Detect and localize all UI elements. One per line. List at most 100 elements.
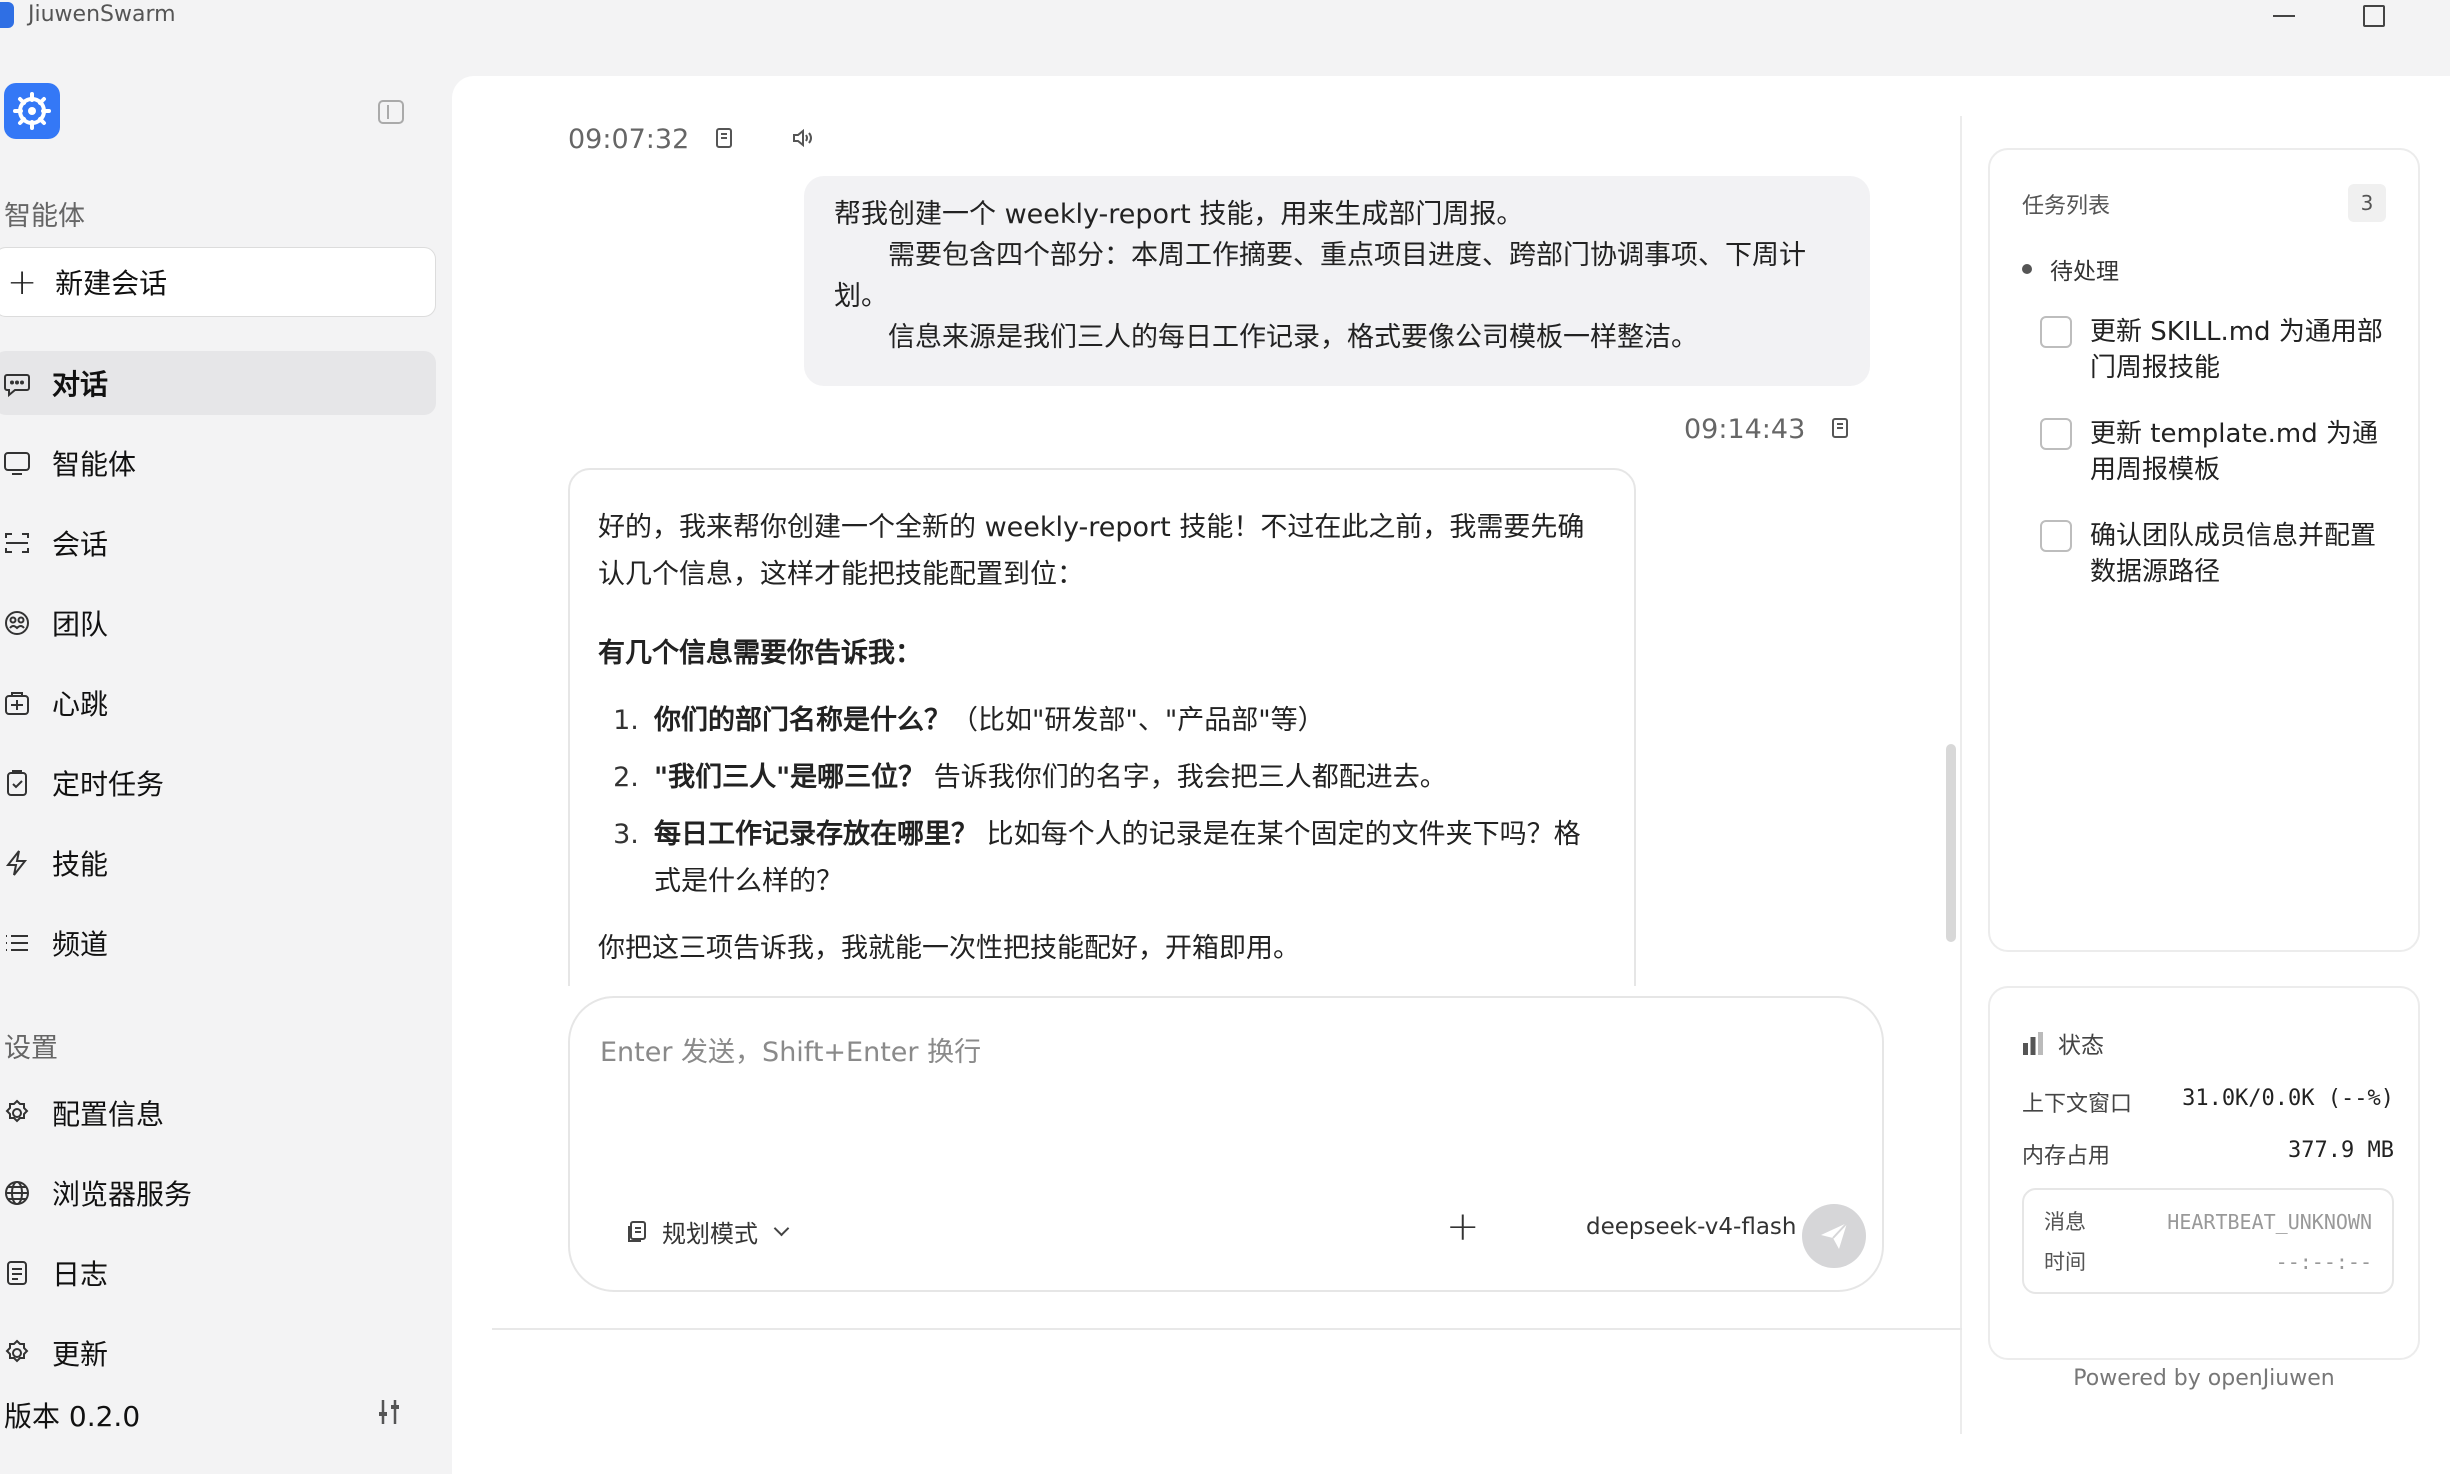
send-button[interactable] <box>1802 1204 1866 1268</box>
speaker-icon[interactable] <box>790 126 816 152</box>
status-panel: 状态 上下文窗口 31.0K/0.0K (--%) 内存占用 377.9 MB … <box>1988 986 2420 1360</box>
session-icon <box>2 528 32 558</box>
message-input[interactable] <box>600 1022 1850 1082</box>
app-logo <box>4 83 60 139</box>
sidebar-item-label: 浏览器服务 <box>52 1178 193 1211</box>
user-message-bubble: 帮我创建一个 weekly-report 技能，用来生成部门周报。 需要包含四个… <box>804 176 1870 386</box>
sidebar: 智能体 + 新建会话 对话 智能体 会话 团队 心跳 定时任务 技能 频道 设置… <box>0 36 452 1474</box>
task-label: 更新 SKILL.md 为通用部门周报技能 <box>2090 317 2383 383</box>
sidebar-item-label: 定时任务 <box>52 768 165 801</box>
context-window-value: 31.0K/0.0K (--%) <box>2182 1086 2394 1111</box>
heartbeat-box: 消息 HEARTBEAT_UNKNOWN 时间 --:--:-- <box>2022 1188 2394 1294</box>
chat-scroll-area[interactable]: 09:07:32 帮我创建一个 weekly-report 技能，用来生成部门周… <box>452 76 1960 986</box>
sidebar-item-config[interactable]: 配置信息 <box>0 1081 436 1145</box>
task-count-badge: 3 <box>2348 184 2386 222</box>
gear-icon <box>2 1338 32 1368</box>
context-window-label: 上下文窗口 <box>2022 1092 2133 1117</box>
maximize-button[interactable] <box>2344 0 2404 32</box>
task-checkbox[interactable] <box>2040 418 2072 450</box>
new-chat-label: 新建会话 <box>55 267 168 300</box>
sidebar-item-label: 更新 <box>52 1338 109 1371</box>
app-icon <box>0 2 14 28</box>
add-attachment-button[interactable]: + <box>1446 1204 1480 1250</box>
sidebar-item-heartbeat[interactable]: 心跳 <box>0 671 436 735</box>
sidebar-item-label: 日志 <box>52 1258 109 1291</box>
window-title: JiuwenSwarm <box>28 2 176 27</box>
main-panel: 09:07:32 帮我创建一个 weekly-report 技能，用来生成部门周… <box>452 76 2450 1474</box>
context-window-row: 上下文窗口 31.0K/0.0K (--%) <box>2022 1086 2394 1118</box>
settings-section-title: 设置 <box>4 1033 58 1064</box>
list-item: 3. 每日工作记录存放在哪里？ 比如每个人的记录是在某个固定的文件夹下吗？格式是… <box>598 811 1606 905</box>
version-label: 版本 0.2.0 <box>4 1400 141 1433</box>
heartbeat-message-row: 消息 HEARTBEAT_UNKNOWN <box>2044 1202 2372 1242</box>
sidebar-item-label: 心跳 <box>52 688 109 721</box>
ai-message-closing: 你把这三项告诉我，我就能一次性把技能配好，开箱即用。 <box>598 933 1300 964</box>
model-label: deepseek-v4-flash <box>1586 1214 1797 1240</box>
sidebar-item-chat[interactable]: 对话 <box>0 351 436 415</box>
ai-message-intro: 好的，我来帮你创建一个全新的 weekly-report 技能！不过在此之前，我… <box>598 512 1585 590</box>
new-chat-button[interactable]: + 新建会话 <box>0 247 436 317</box>
minimize-button[interactable] <box>2254 0 2314 32</box>
question-text: "我们三人"是哪三位？ <box>654 762 926 793</box>
sidebar-item-channels[interactable]: 频道 <box>0 911 436 975</box>
plus-icon: + <box>7 261 38 303</box>
document-stack-icon <box>628 1220 646 1242</box>
globe-icon <box>2 1178 32 1208</box>
model-selector[interactable]: deepseek-v4-flash <box>1586 1214 1828 1240</box>
chevron-down-icon <box>773 1220 790 1237</box>
task-list-title: 任务列表 <box>2022 194 2111 219</box>
ai-message-timestamp: 09:14:43 <box>1684 414 1806 445</box>
bottom-divider <box>492 1328 1962 1330</box>
monitor-icon <box>2 448 32 478</box>
collapse-sidebar-button[interactable] <box>378 100 404 124</box>
question-list: 1. 你们的部门名称是什么？（比如"研发部"、"产品部"等） 2. "我们三人"… <box>598 697 1606 905</box>
task-label: 更新 template.md 为通用周报模板 <box>2090 419 2378 485</box>
sidebar-item-label: 智能体 <box>52 448 137 481</box>
time-value: --:--:-- <box>2275 1250 2372 1274</box>
sidebar-item-agents[interactable]: 智能体 <box>0 431 436 495</box>
sidebar-item-label: 对话 <box>52 368 109 401</box>
sidebar-item-scheduled-tasks[interactable]: 定时任务 <box>0 751 436 815</box>
task-item: 更新 SKILL.md 为通用部门周报技能 <box>2040 314 2390 386</box>
lightning-icon <box>2 848 32 878</box>
sidebar-item-label: 频道 <box>52 928 109 961</box>
bar-chart-icon <box>2023 1032 2043 1055</box>
list-number: 3. <box>613 819 639 850</box>
message-value: HEARTBEAT_UNKNOWN <box>2167 1210 2372 1234</box>
plan-mode-dropdown[interactable]: 规划模式 <box>626 1214 790 1249</box>
list-item: 1. 你们的部门名称是什么？（比如"研发部"、"产品部"等） <box>598 697 1606 744</box>
ai-message-heading: 有几个信息需要你告诉我： <box>598 638 922 669</box>
sidebar-item-label: 会话 <box>52 528 109 561</box>
user-message-line: 帮我创建一个 weekly-report 技能，用来生成部门周报。 <box>834 199 1524 230</box>
plan-mode-label: 规划模式 <box>662 1220 758 1248</box>
list-number: 1. <box>613 705 639 736</box>
task-label: 确认团队成员信息并配置数据源路径 <box>2090 521 2377 587</box>
copy-icon[interactable] <box>712 126 738 152</box>
chat-panel-divider <box>1960 116 1962 1434</box>
question-text: 每日工作记录存放在哪里？ <box>654 819 978 850</box>
task-item: 更新 template.md 为通用周报模板 <box>2040 416 2390 488</box>
chat-scrollbar[interactable] <box>1946 744 1956 942</box>
message-composer: 规划模式 + deepseek-v4-flash <box>568 996 1884 1292</box>
task-checkbox[interactable] <box>2040 316 2072 348</box>
settings-sliders-icon[interactable] <box>376 1398 402 1426</box>
team-icon <box>2 608 32 638</box>
question-detail: 告诉我你们的名字，我会把三人都配进去。 <box>933 762 1447 793</box>
sidebar-item-team[interactable]: 团队 <box>0 591 436 655</box>
sidebar-item-update[interactable]: 更新 <box>0 1321 436 1385</box>
sidebar-item-skills[interactable]: 技能 <box>0 831 436 895</box>
log-icon <box>2 1258 32 1288</box>
question-text: 你们的部门名称是什么？ <box>654 705 951 736</box>
user-message-line: 信息来源是我们三人的每日工作记录，格式要像公司模板一样整洁。 <box>834 322 1698 353</box>
user-message-line: 需要包含四个部分：本周工作摘要、重点项目进度、跨部门协调事项、下周计划。 <box>834 240 1806 312</box>
pending-label: 待处理 <box>2050 259 2119 285</box>
sidebar-item-sessions[interactable]: 会话 <box>0 511 436 575</box>
robot-gear-icon <box>13 92 51 130</box>
user-message-timestamp: 09:07:32 <box>568 124 690 155</box>
list-icon <box>2 928 32 958</box>
sidebar-item-logs[interactable]: 日志 <box>0 1241 436 1305</box>
chat-bubble-icon <box>2 368 32 398</box>
copy-icon[interactable] <box>1828 416 1854 442</box>
task-checkbox[interactable] <box>2040 520 2072 552</box>
sidebar-item-browser-service[interactable]: 浏览器服务 <box>0 1161 436 1225</box>
